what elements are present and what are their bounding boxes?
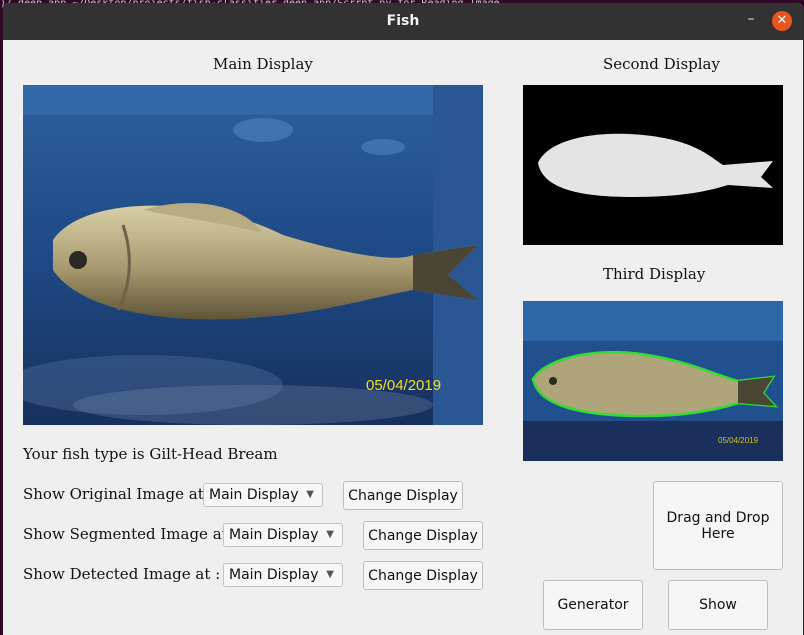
third-display-date-stamp: 05/04/2019 xyxy=(718,436,759,445)
detected-display-select[interactable]: Main Display ▼ xyxy=(223,563,343,587)
original-display-select[interactable]: Main Display ▼ xyxy=(203,483,323,507)
main-display-image: 05/04/2019 xyxy=(23,85,483,425)
show-detected-label: Show Detected Image at : xyxy=(23,565,221,583)
drag-and-drop-area[interactable]: Drag and Drop Here xyxy=(653,481,783,570)
chevron-down-icon: ▼ xyxy=(326,529,334,540)
close-icon[interactable]: ✕ xyxy=(772,11,792,31)
generator-button[interactable]: Generator xyxy=(543,580,643,630)
main-display-label: Main Display xyxy=(213,55,313,73)
original-display-select-value: Main Display xyxy=(209,487,299,503)
app-window: Fish – ✕ Main Display 05/04/2019 Second … xyxy=(3,3,803,635)
third-display-label: Third Display xyxy=(603,265,706,283)
third-display-image: 05/04/2019 xyxy=(523,301,783,461)
show-segmented-label: Show Segmented Image at : xyxy=(23,525,238,543)
minimize-icon[interactable]: – xyxy=(741,11,761,31)
show-button[interactable]: Show xyxy=(668,580,768,630)
titlebar: Fish – ✕ xyxy=(3,3,803,40)
segmented-display-select-value: Main Display xyxy=(229,527,319,543)
detected-display-select-value: Main Display xyxy=(229,567,319,583)
change-segmented-display-button[interactable]: Change Display xyxy=(363,521,483,550)
second-display-image xyxy=(523,85,783,245)
second-display-label: Second Display xyxy=(603,55,720,73)
main-display-date-stamp: 05/04/2019 xyxy=(366,377,441,394)
segmented-display-select[interactable]: Main Display ▼ xyxy=(223,523,343,547)
chevron-down-icon: ▼ xyxy=(306,489,314,500)
show-original-label: Show Original Image at : xyxy=(23,485,214,503)
chevron-down-icon: ▼ xyxy=(326,569,334,580)
window-title: Fish xyxy=(386,13,420,29)
change-original-display-button[interactable]: Change Display xyxy=(343,481,463,510)
change-detected-display-button[interactable]: Change Display xyxy=(363,561,483,590)
result-text: Your fish type is Gilt-Head Bream xyxy=(23,445,278,463)
